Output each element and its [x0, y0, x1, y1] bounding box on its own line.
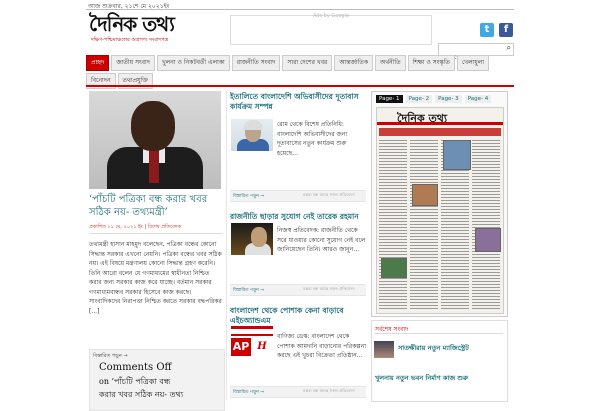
post-title[interactable]: বাংলাদেশ থেকে পোশাক কেনা বাড়াবে এইচঅ্যা… [230, 306, 366, 326]
ad-label: Ads by Google [312, 13, 350, 19]
epaper-tabs: Page- 1 Page- 2 Page- 3 Page- 4 [376, 95, 492, 103]
post-thumbnail[interactable]: AP H [231, 326, 273, 358]
epaper-page-preview[interactable]: দৈনিক তথ্য [376, 107, 504, 314]
post-read-more[interactable]: বিস্তারিত পড়ুন → [233, 193, 264, 200]
facebook-icon[interactable]: f [499, 23, 513, 37]
figure-head [131, 101, 175, 151]
epaper-photo [381, 258, 407, 278]
post-meta: মন্তব্য বন্ধ আছে সকল প্রতিবেদন [303, 388, 355, 393]
nav-item-economy[interactable]: অর্থনীতি [375, 55, 406, 71]
epaper-masthead: দৈনিক তথ্য [397, 112, 448, 125]
thumb-stripe [231, 326, 273, 329]
epaper-tab-3[interactable]: Page- 3 [435, 95, 462, 103]
nav-item-politics[interactable]: রাজনীতি সংবাদ [231, 55, 281, 71]
logo-tagline: দক্ষিণ-পশ্চিমাঞ্চলের অগ্রগণ্য সংবাদপত্র [91, 37, 169, 43]
column-separator [226, 91, 227, 400]
comments-off-label: Comments Off [99, 362, 172, 373]
nav-item-country[interactable]: সারা দেশের খবর [282, 55, 333, 71]
nav-item-education[interactable]: শিক্ষা ও সংস্কৃতি [407, 55, 455, 71]
post-excerpt: বাণিজ্য ডেস্ক: বাংলাদেশ থেকে পোশাক আমদান… [277, 333, 367, 359]
post-thumbnail[interactable] [231, 119, 273, 151]
sidebar-item-1[interactable]: সাতক্ষীরায় নতুন ম্যাজিস্ট্রেট [398, 343, 469, 354]
nav-item-khulna[interactable]: খুলনা ও নিকটবর্তী এলাকা [156, 55, 230, 71]
nav-underline [86, 85, 514, 87]
post-title[interactable]: রাজনীতি ছাড়ার সুযোগ নেই তারেক রহমান [230, 212, 366, 222]
post-read-more[interactable]: বিস্তারিত পড়ুন → [233, 389, 264, 396]
thumb-face [251, 227, 267, 247]
epaper-widget: Page- 1 Page- 2 Page- 3 Page- 4 দৈনিক তথ… [371, 91, 508, 317]
thumb-hair [243, 120, 263, 130]
epaper-column [410, 140, 438, 310]
featured-image[interactable] [89, 91, 221, 189]
thumb-logo-hm: H [257, 341, 267, 352]
featured-divider [89, 233, 223, 234]
post-footer: বিস্তারিত পড়ুন → মন্তব্য বন্ধ আছে সকল প… [230, 386, 366, 398]
post-title[interactable]: ইতালিতে বাংলাদেশি অভিবাসীদের দূতাবাস কার… [230, 92, 366, 112]
nav-row-1: প্রচ্ছদ জাতীয় সংবাদ খুলনা ও নিকটবর্তী এ… [86, 55, 514, 71]
comments-off-on: on ‘পাঁচটি পত্রিকা বন্ধ [99, 377, 171, 386]
nav-item-sports[interactable]: খেলাধুলা [456, 55, 490, 71]
sidebar-thumbnail[interactable] [374, 341, 394, 358]
featured-read-more[interactable]: বিস্তারিত পড়ুন → [93, 353, 128, 361]
featured-footer: বিস্তারিত পড়ুন → Comments Off on ‘পাঁচট… [89, 349, 225, 411]
post-footer: বিস্তারিত পড়ুন → মন্তব্য বন্ধ আছে সকল প… [230, 190, 366, 202]
site-logo[interactable]: দৈনিক তথ্য দক্ষিণ-পশ্চিমাঞ্চলের অগ্রগণ্য… [89, 12, 199, 43]
epaper-column [379, 140, 407, 310]
post-meta: মন্তব্য বন্ধ আছে সকল প্রতিবেদন [303, 286, 355, 291]
post-read-more[interactable]: বিস্তারিত পড়ুন → [233, 287, 264, 294]
post-meta: মন্তব্য বন্ধ আছে সকল প্রতিবেদন [303, 192, 355, 197]
post-excerpt: রোম থেকে বিশেষ প্রতিনিধি: বাংলাদেশি অভিব… [277, 121, 348, 157]
featured-meta: প্রকাশিত ২১ মে, ২০২১ ইং | বিশেষ প্রতিবেদ… [89, 224, 182, 230]
post-thumbnail[interactable] [231, 223, 273, 255]
sidebar-divider [375, 333, 503, 334]
nav-item-home[interactable]: প্রচ্ছদ [86, 55, 110, 71]
sidebar-latest: সর্বশেষ সংবাদ সাতক্ষীরায় নতুন ম্যাজিস্ট… [371, 320, 508, 402]
epaper-headline-band [379, 128, 501, 136]
sidebar-item-2[interactable]: খুলনায় নতুন ভবন নির্মাণ কাজ শুরু [375, 373, 468, 384]
post-excerpt: নিজস্ব প্রতিবেদক: রাজনীতি থেকে সরে যাওয়… [277, 227, 366, 253]
epaper-redbar [377, 122, 503, 125]
twitter-icon[interactable]: t [480, 23, 494, 37]
search-icon[interactable]: ⌕ [507, 43, 511, 53]
epaper-tab-4[interactable]: Page- 4 [464, 95, 492, 103]
thumb-logo-ap: AP [231, 338, 251, 356]
comments-off-on-cont: করার খবর সঠিক নয়- তথ্য [99, 390, 184, 399]
epaper-column [472, 140, 500, 310]
epaper-photo [412, 184, 438, 206]
epaper-photo [443, 140, 471, 170]
nav-item-international[interactable]: আন্তর্জাতিক [334, 55, 374, 71]
post-footer: বিস্তারিত পড়ুন → মন্তব্য বন্ধ আছে সকল প… [230, 284, 366, 296]
epaper-tab-1[interactable]: Page- 1 [376, 95, 403, 103]
epaper-photo [475, 228, 501, 252]
featured-title[interactable]: ‘পাঁচটি পত্রিকা বন্ধ করার খবর সঠিক নয়- … [89, 193, 223, 219]
thumb-stripe [231, 334, 273, 336]
nav-item-national[interactable]: জাতীয় সংবাদ [111, 55, 155, 71]
figure-tie [149, 149, 159, 183]
ad-banner[interactable]: Ads by Google [230, 13, 432, 45]
epaper-tab-2[interactable]: Page- 2 [405, 95, 433, 103]
featured-excerpt: তথ্যমন্ত্রী হাসান মাহমুদ বলেছেন, পত্রিকা… [89, 241, 222, 315]
